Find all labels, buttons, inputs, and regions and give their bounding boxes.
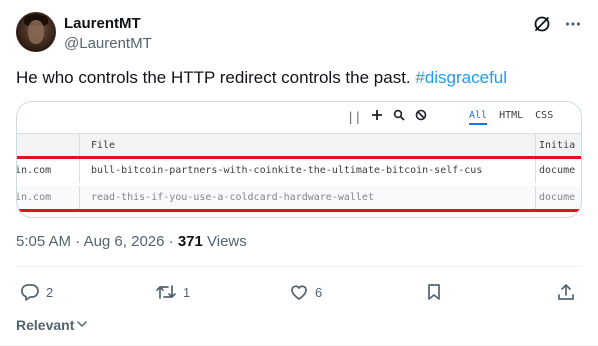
like-count: 6 xyxy=(315,284,323,300)
devtools-table-header: File Initia xyxy=(17,133,581,157)
repost-button[interactable]: 1 xyxy=(155,282,190,302)
column-divider xyxy=(535,134,536,156)
like-icon xyxy=(289,282,309,302)
repost-count: 1 xyxy=(183,284,191,300)
tweet-text: He who controls the HTTP redirect contro… xyxy=(16,66,582,90)
row-initiator: docume xyxy=(539,192,576,203)
share-button[interactable] xyxy=(556,282,576,302)
devtools-filter-tabs: All HTML CSS xyxy=(469,110,553,125)
highlight-line xyxy=(17,209,581,212)
tab-html: HTML xyxy=(499,110,524,121)
header-actions xyxy=(532,14,582,34)
action-bar: 2 1 6 xyxy=(16,282,582,306)
devtools-toolbar: || All HTML CSS xyxy=(17,102,581,133)
row-domain: in.com xyxy=(16,165,52,176)
sort-label: Relevant xyxy=(16,317,75,333)
tweet-media-image[interactable]: || All HTML CSS File Initia in.com bull-… xyxy=(16,101,582,218)
tweet-header: LaurentMT @LaurentMT xyxy=(16,12,582,56)
devtools-tool-icons: || xyxy=(347,108,427,126)
bookmark-icon xyxy=(424,282,444,302)
column-divider xyxy=(79,159,80,183)
block-icon xyxy=(415,108,427,126)
column-initiator: Initia xyxy=(539,140,576,151)
meta-separator: · xyxy=(75,233,81,250)
reply-icon xyxy=(20,282,40,302)
toolbar-separator: || xyxy=(347,110,362,124)
column-divider xyxy=(79,186,80,210)
row-file: read-this-if-you-use-a-coldcard-hardware… xyxy=(91,192,374,203)
row-file: bull-bitcoin-partners-with-coinkite-the-… xyxy=(91,165,483,176)
views-count: 371 xyxy=(177,233,203,250)
author-names: LaurentMT @LaurentMT xyxy=(64,14,152,54)
column-file: File xyxy=(91,140,116,151)
tab-css: CSS xyxy=(535,110,554,121)
add-icon xyxy=(371,108,383,126)
tweet-time[interactable]: 5:05 AM xyxy=(16,233,71,250)
share-icon xyxy=(556,282,576,302)
repost-icon xyxy=(155,282,177,302)
row-domain: in.com xyxy=(16,192,52,203)
author-display-name[interactable]: LaurentMT xyxy=(64,14,152,34)
row-initiator: docume xyxy=(539,165,576,176)
avatar[interactable] xyxy=(16,12,56,52)
column-divider xyxy=(79,134,80,156)
bookmark-button[interactable] xyxy=(424,282,444,302)
divider xyxy=(16,266,582,267)
hashtag-link[interactable]: #disgraceful xyxy=(415,68,507,87)
table-row: in.com read-this-if-you-use-a-coldcard-h… xyxy=(16,186,581,210)
reply-sort-dropdown[interactable]: Relevant xyxy=(16,317,88,333)
views-label: Views xyxy=(207,233,247,250)
avatar-face xyxy=(28,20,44,44)
table-row: in.com bull-bitcoin-partners-with-coinki… xyxy=(16,159,581,183)
column-divider xyxy=(535,186,536,210)
grok-icon[interactable] xyxy=(532,14,552,34)
author-handle[interactable]: @LaurentMT xyxy=(64,34,152,54)
column-divider xyxy=(535,159,536,183)
meta-separator: · xyxy=(168,233,174,250)
more-icon[interactable] xyxy=(564,15,582,33)
like-button[interactable]: 6 xyxy=(289,282,322,302)
tab-all: All xyxy=(469,110,488,125)
search-icon xyxy=(393,108,406,126)
tweet-body: He who controls the HTTP redirect contro… xyxy=(16,68,411,87)
tweet-meta: 5:05 AM · Aug 6, 2026 · 371 Views xyxy=(16,232,247,252)
reply-button[interactable]: 2 xyxy=(20,282,53,302)
chevron-down-icon xyxy=(76,317,88,333)
tweet-date[interactable]: Aug 6, 2026 xyxy=(84,233,165,250)
reply-count: 2 xyxy=(46,284,54,300)
